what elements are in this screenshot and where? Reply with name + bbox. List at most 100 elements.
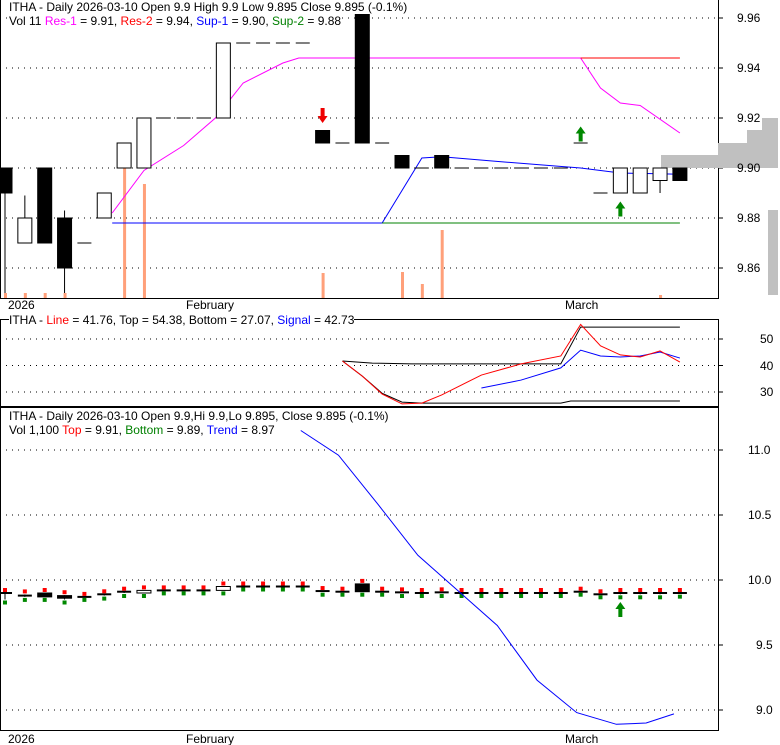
buy-arrow-icon (615, 602, 626, 617)
p3-ytick: 9.5 (756, 638, 773, 652)
bottom-marker (241, 587, 246, 592)
panel1-title: ITHA - Daily 2026-03-10 Open 9.9 High 9.… (9, 0, 408, 14)
top-marker (598, 589, 603, 594)
top-marker (638, 588, 643, 592)
volume-bar (440, 230, 444, 298)
panel3-volume: Vol 1,100 (9, 423, 63, 437)
x-label-march: March (565, 298, 599, 312)
bottom-marker (22, 597, 27, 602)
top-marker (221, 581, 226, 586)
bottom-marker (280, 587, 285, 592)
trend-candle (354, 583, 370, 593)
trend-label: Trend (206, 423, 238, 437)
bottom-marker (618, 595, 623, 600)
price-candle (612, 167, 628, 194)
bottom-marker (62, 600, 67, 605)
top-marker (459, 588, 464, 592)
p1-ytick: 9.88 (737, 211, 761, 225)
price-candle (0, 167, 13, 194)
top-marker (558, 588, 563, 592)
panel1-legend: Vol 11 Res-1 = 9.91, Res-2 = 9.94, Sup-1… (9, 14, 342, 28)
price-candle (434, 155, 450, 169)
bottom-marker (558, 594, 563, 598)
top-marker (161, 585, 166, 590)
price-candle (315, 130, 331, 144)
p2-ytick: 30 (760, 385, 774, 399)
osc-top-line (342, 326, 680, 365)
bottom-value: = 9.89, (163, 423, 207, 437)
signal-value: = 42.73 (310, 313, 355, 327)
p2-ytick: 40 (760, 359, 774, 373)
panel2-prefix: ITHA - (9, 313, 47, 327)
p1-ytick: 9.90 (737, 161, 761, 175)
volume-bar (123, 168, 127, 298)
p1-ytick: 9.86 (737, 261, 761, 275)
top-marker (618, 588, 623, 592)
price-candle (215, 42, 231, 119)
line-value: = 41.76, Top = 54.38, Bottom = 27.07, (69, 313, 278, 327)
buy-arrow-icon (575, 126, 586, 142)
bottom-marker (102, 596, 107, 601)
bottom-marker (3, 600, 7, 605)
panel2-legend: ITHA - Line = 41.76, Top = 54.38, Bottom… (9, 313, 355, 327)
res1-line (111, 57, 681, 214)
top-marker (102, 589, 107, 594)
chart-canvas[interactable] (0, 0, 780, 745)
volume-bar (142, 184, 146, 298)
bottom-marker (221, 591, 226, 596)
trend-panel-frame (0, 407, 719, 731)
bottom-marker (360, 592, 365, 597)
top-marker (22, 589, 27, 594)
bottom-label: Bottom (125, 423, 164, 437)
trend-value: = 8.97 (237, 423, 275, 437)
bottom-marker (300, 587, 305, 592)
top-marker (538, 588, 543, 592)
sup2-label: Sup-2 (272, 14, 305, 28)
panel3-title: ITHA - Daily 2026-03-10 Open 9.9,Hi 9.9,… (9, 409, 389, 423)
bottom-marker (519, 594, 524, 598)
osc-signal-line (481, 349, 681, 389)
top-marker (677, 588, 682, 592)
p1-ytick: 9.92 (737, 111, 761, 125)
top-marker (479, 588, 484, 592)
p3-ytick: 9.0 (756, 703, 773, 717)
bottom-marker (380, 592, 385, 597)
x-label-march: March (565, 732, 599, 745)
price-candle (37, 167, 53, 244)
top-value: = 9.91, (81, 423, 126, 437)
price-candle (394, 155, 410, 169)
top-marker (141, 585, 146, 590)
price-candle (17, 217, 33, 244)
bottom-marker (598, 595, 603, 600)
res2-label: Res-2 (120, 14, 153, 28)
price-candle (136, 117, 152, 169)
p3-ytick: 10.5 (748, 508, 772, 522)
top-label: Top (62, 423, 82, 437)
bottom-marker (578, 592, 583, 597)
x-label-february: February (186, 732, 235, 745)
price-candle (354, 0, 370, 144)
top-marker (340, 586, 345, 591)
top-marker (62, 590, 67, 595)
bottom-marker (82, 597, 87, 602)
p3-ytick: 10.0 (748, 573, 772, 587)
trend-line (300, 430, 675, 725)
volume-bar (4, 293, 7, 298)
price-candle (96, 192, 112, 219)
x-label-february: February (186, 298, 235, 312)
bottom-marker (419, 594, 424, 598)
panel3-legend: Vol 1,100 Top = 9.91, Bottom = 9.89, Tre… (9, 423, 275, 437)
volume-value: Vol 11 (9, 14, 42, 28)
top-marker (122, 586, 127, 591)
trend-candle (215, 586, 231, 591)
volume-profile (768, 210, 778, 295)
price-candle (116, 142, 132, 169)
top-marker (181, 585, 186, 590)
top-marker (3, 588, 7, 592)
bottom-marker (42, 597, 47, 602)
buy-arrow-icon (615, 201, 626, 217)
top-marker (400, 587, 404, 592)
top-marker (658, 588, 663, 592)
volume-bar (63, 293, 67, 298)
sup1-value: = 9.90, (228, 14, 272, 28)
